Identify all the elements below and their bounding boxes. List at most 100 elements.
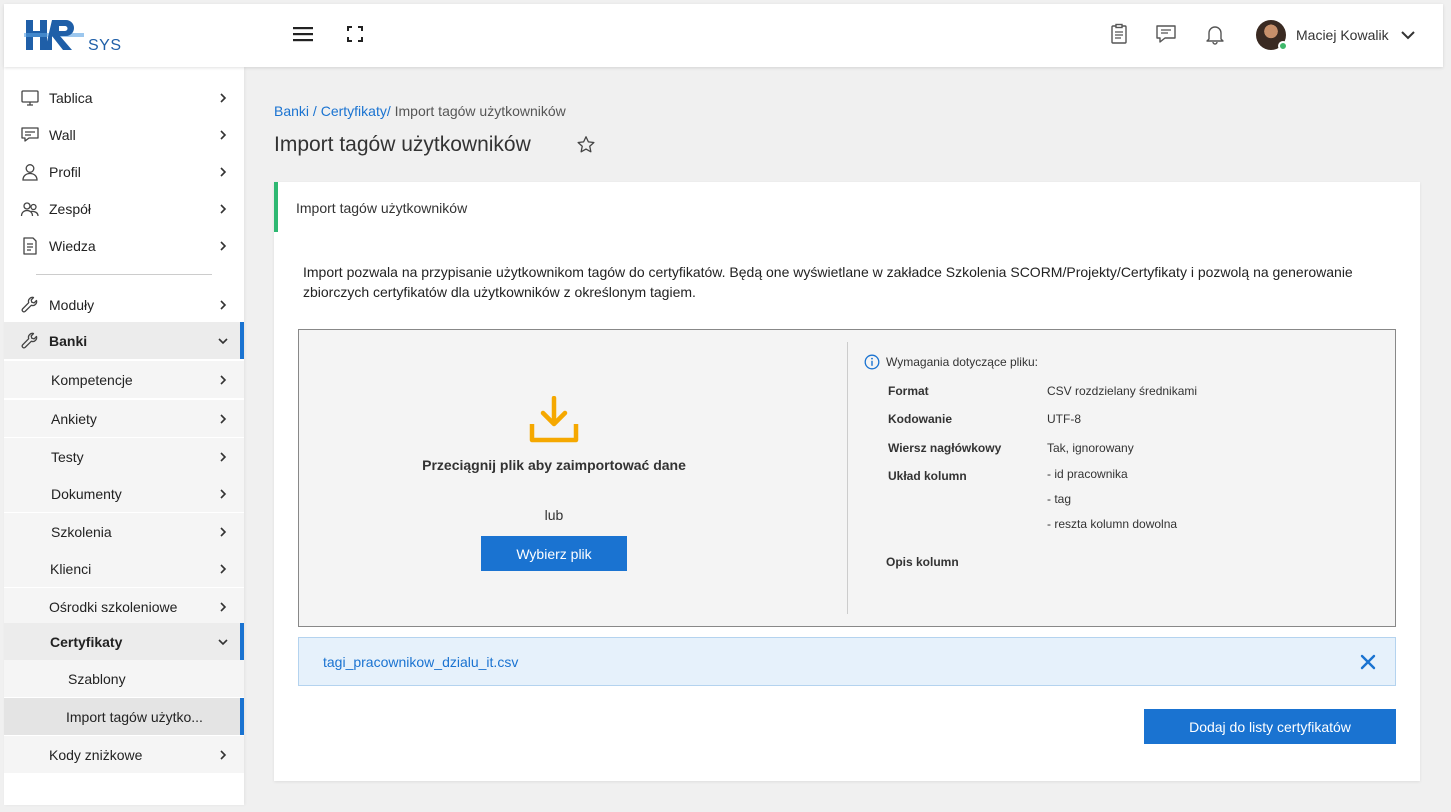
chevron-right-icon <box>220 749 227 760</box>
chevron-right-icon <box>220 451 227 462</box>
fullscreen-button[interactable] <box>343 22 367 46</box>
top-header: SYS Maciej Kowalik <box>4 4 1443 67</box>
sidebar-item-certyfikaty[interactable]: Certyfikaty <box>4 623 244 660</box>
header-row-value: Tak, ignorowany <box>1047 441 1134 455</box>
requirements-title: Wymagania dotyczące pliku: <box>886 355 1038 369</box>
encoding-value: UTF-8 <box>1047 412 1081 426</box>
sidebar-item-wiedza[interactable]: Wiedza <box>4 227 244 264</box>
sidebar-item-label: Klienci <box>50 560 92 577</box>
menu-toggle-button[interactable] <box>291 22 315 46</box>
sidebar-item-label: Testy <box>51 448 84 465</box>
format-value: CSV rozdzielany średnikami <box>1047 384 1198 398</box>
choose-file-button[interactable]: Wybierz plik <box>481 536 627 571</box>
column-item: - tag <box>1047 492 1072 506</box>
card-header: Import tagów użytkowników <box>274 182 1420 232</box>
bell-icon[interactable] <box>1203 22 1227 46</box>
encoding-label: Kodowanie <box>888 412 953 426</box>
sidebar-item-label: Szablony <box>68 670 126 687</box>
sidebar-item-kody-znizkowe[interactable]: Kody zniżkowe <box>4 736 244 773</box>
breadcrumb-separator: / <box>386 103 395 119</box>
sidebar-item-kompetencje[interactable]: Kompetencje <box>4 361 244 398</box>
breadcrumb-link-certyfikaty[interactable]: Certyfikaty <box>321 103 387 119</box>
sidebar-item-moduly[interactable]: Moduły <box>4 286 244 323</box>
breadcrumb-link-banki[interactable]: Banki <box>274 103 309 119</box>
columns-description-label: Opis kolumn <box>886 555 959 569</box>
panel-divider <box>847 342 848 614</box>
fullscreen-icon <box>347 26 363 42</box>
chevron-down-icon <box>218 337 228 344</box>
sidebar-item-banki[interactable]: Banki <box>4 322 244 359</box>
card-title: Import tagów użytkowników <box>296 200 468 216</box>
import-dropzone-panel: Przeciągnij plik aby zaimportować dane l… <box>298 329 1396 627</box>
selected-file-name[interactable]: tagi_pracownikow_dzialu_it.csv <box>323 654 518 670</box>
chevron-right-icon <box>220 129 227 140</box>
dropzone-text: Przeciągnij plik aby zaimportować dane <box>422 457 686 473</box>
wrench-icon <box>21 296 38 312</box>
chevron-right-icon <box>220 413 227 424</box>
sidebar-item-label: Certyfikaty <box>50 633 123 650</box>
sidebar-item-klienci[interactable]: Klienci <box>4 550 244 587</box>
team-icon <box>20 201 39 216</box>
sidebar-item-import-tagow[interactable]: Import tagów użytko... <box>4 698 244 735</box>
breadcrumb-separator: / <box>309 103 321 119</box>
sidebar-item-profil[interactable]: Profil <box>4 153 244 190</box>
sidebar: Tablica Wall Profil Zespół Wiedza Moduły… <box>4 67 244 805</box>
logo-suffix: SYS <box>88 37 122 54</box>
user-icon <box>22 163 38 181</box>
sidebar-item-wall[interactable]: Wall <box>4 116 244 153</box>
sidebar-item-label: Zespół <box>49 200 92 217</box>
avatar <box>1256 20 1288 51</box>
columns-layout-label: Układ kolumn <box>888 469 967 483</box>
messages-icon[interactable] <box>1154 22 1178 46</box>
chevron-down-icon <box>1400 31 1415 40</box>
column-item: - id pracownika <box>1047 467 1128 481</box>
online-status-indicator <box>1278 41 1288 51</box>
favorite-star-icon[interactable] <box>575 134 597 156</box>
monitor-icon <box>21 89 39 106</box>
sidebar-item-dokumenty[interactable]: Dokumenty <box>4 475 244 512</box>
chevron-right-icon <box>220 526 227 537</box>
chevron-right-icon <box>220 203 227 214</box>
sidebar-item-ankiety[interactable]: Ankiety <box>4 400 244 437</box>
chevron-right-icon <box>220 240 227 251</box>
sidebar-item-testy[interactable]: Testy <box>4 438 244 475</box>
sidebar-item-label: Moduły <box>49 296 95 313</box>
chevron-right-icon <box>220 92 227 103</box>
breadcrumb: Banki / Certyfikaty/ Import tagów użytko… <box>274 103 566 119</box>
user-menu[interactable]: Maciej Kowalik <box>1256 18 1415 52</box>
sidebar-item-label: Ankiety <box>51 410 97 427</box>
sidebar-item-zespol[interactable]: Zespół <box>4 190 244 227</box>
user-name: Maciej Kowalik <box>1296 27 1389 43</box>
hamburger-icon <box>293 27 313 42</box>
dropzone-or-text: lub <box>544 507 564 523</box>
breadcrumb-current: Import tagów użytkowników <box>394 103 566 119</box>
sidebar-item-label: Szkolenia <box>51 523 112 540</box>
sidebar-item-label: Import tagów użytko... <box>66 708 203 725</box>
sidebar-item-label: Tablica <box>49 89 93 106</box>
logo-mark-icon <box>24 20 84 50</box>
clipboard-icon[interactable] <box>1107 22 1131 46</box>
import-description: Import pozwala na przypisanie użytkownik… <box>303 264 1353 300</box>
sidebar-item-label: Kompetencje <box>51 371 133 388</box>
add-to-certificates-button[interactable]: Dodaj do listy certyfikatów <box>1144 709 1396 744</box>
chevron-right-icon <box>220 299 227 310</box>
chevron-down-icon <box>218 638 228 645</box>
hrsys-logo[interactable]: SYS <box>24 18 124 58</box>
download-icon <box>529 396 579 443</box>
sidebar-item-szkolenia[interactable]: Szkolenia <box>4 513 244 550</box>
format-label: Format <box>888 384 929 398</box>
chevron-right-icon <box>220 563 227 574</box>
sidebar-item-szablony[interactable]: Szablony <box>4 660 244 697</box>
sidebar-item-label: Wall <box>49 126 76 143</box>
sidebar-item-tablica[interactable]: Tablica <box>4 79 244 116</box>
sidebar-item-label: Dokumenty <box>51 485 122 502</box>
sidebar-divider <box>36 274 212 275</box>
sidebar-item-osrodki-szkoleniowe[interactable]: Ośrodki szkoleniowe <box>4 588 244 625</box>
document-icon <box>23 236 37 255</box>
header-row-label: Wiersz nagłówkowy <box>888 441 1002 455</box>
file-dropzone[interactable]: Przeciągnij plik aby zaimportować dane l… <box>299 330 847 626</box>
close-icon[interactable] <box>1359 653 1377 671</box>
chevron-right-icon <box>220 488 227 499</box>
sidebar-item-label: Banki <box>49 332 88 349</box>
selected-file-row: tagi_pracownikow_dzialu_it.csv <box>298 637 1396 686</box>
